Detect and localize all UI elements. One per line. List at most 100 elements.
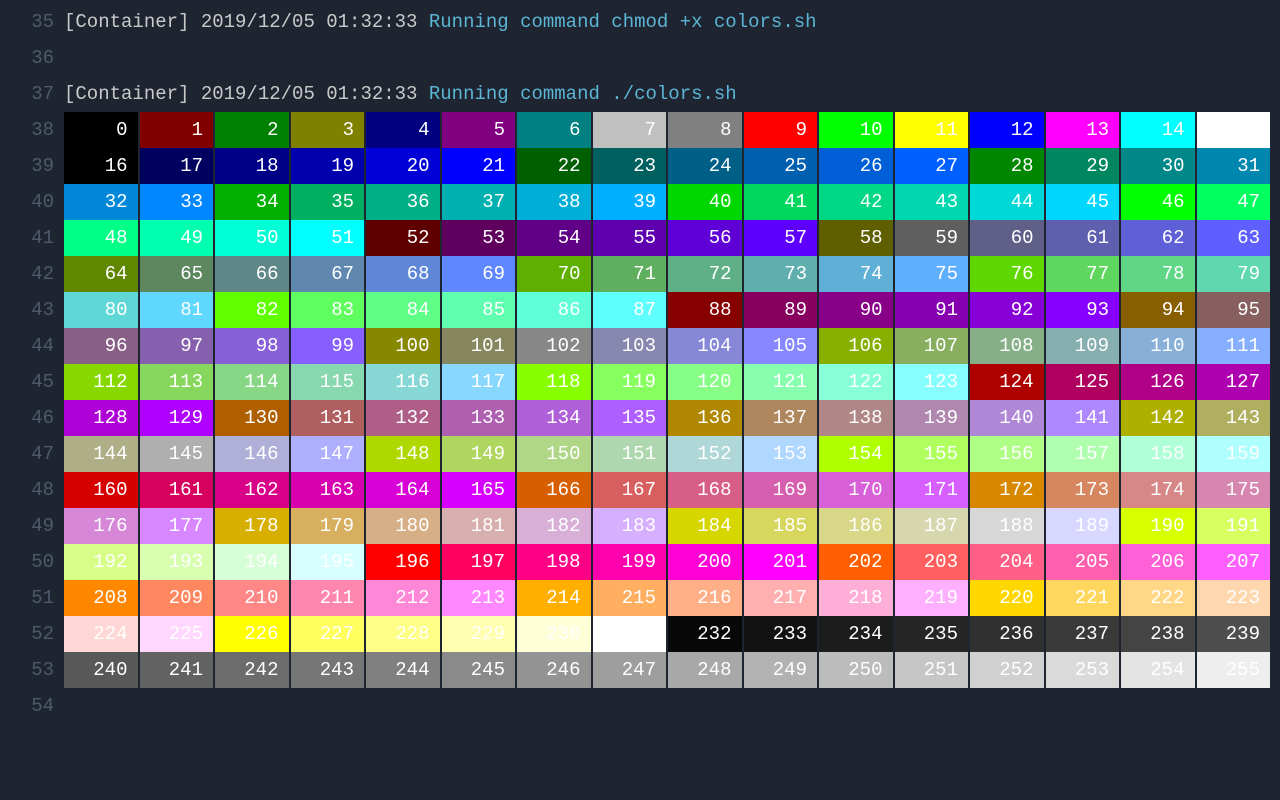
color-swatch: 228 bbox=[366, 616, 440, 652]
color-swatch: 151 bbox=[593, 436, 667, 472]
color-swatch: 117 bbox=[442, 364, 516, 400]
color-swatch: 43 bbox=[895, 184, 969, 220]
color-swatch: 197 bbox=[442, 544, 516, 580]
color-swatch: 120 bbox=[668, 364, 742, 400]
color-swatch: 135 bbox=[593, 400, 667, 436]
color-swatch: 142 bbox=[1121, 400, 1195, 436]
color-swatch: 105 bbox=[744, 328, 818, 364]
color-swatch: 25 bbox=[744, 148, 818, 184]
color-swatch: 181 bbox=[442, 508, 516, 544]
color-swatch: 50 bbox=[215, 220, 289, 256]
color-swatch: 133 bbox=[442, 400, 516, 436]
color-swatch: 83 bbox=[291, 292, 365, 328]
color-swatch: 27 bbox=[895, 148, 969, 184]
line-number: 47 bbox=[0, 436, 64, 472]
color-swatch: 12 bbox=[970, 112, 1044, 148]
color-swatch: 100 bbox=[366, 328, 440, 364]
color-swatch: 186 bbox=[819, 508, 893, 544]
color-swatch: 177 bbox=[140, 508, 214, 544]
color-swatch: 75 bbox=[895, 256, 969, 292]
color-swatch: 157 bbox=[1046, 436, 1120, 472]
color-swatch: 140 bbox=[970, 400, 1044, 436]
log-line: 4380818283848586878889909192939495 bbox=[0, 292, 1280, 328]
color-swatch: 245 bbox=[442, 652, 516, 688]
color-swatch: 123 bbox=[895, 364, 969, 400]
color-swatch: 118 bbox=[517, 364, 591, 400]
color-swatch: 1 bbox=[140, 112, 214, 148]
color-swatch: 198 bbox=[517, 544, 591, 580]
color-swatch: 19 bbox=[291, 148, 365, 184]
color-swatch: 172 bbox=[970, 472, 1044, 508]
color-swatch: 71 bbox=[593, 256, 667, 292]
log-line: 4032333435363738394041424344454647 bbox=[0, 184, 1280, 220]
color-swatch: 70 bbox=[517, 256, 591, 292]
color-swatch: 223 bbox=[1197, 580, 1271, 616]
color-swatch: 174 bbox=[1121, 472, 1195, 508]
color-swatch: 143 bbox=[1197, 400, 1271, 436]
color-swatch: 146 bbox=[215, 436, 289, 472]
color-swatch: 122 bbox=[819, 364, 893, 400]
color-swatch: 67 bbox=[291, 256, 365, 292]
color-swatch: 56 bbox=[668, 220, 742, 256]
color-swatch: 147 bbox=[291, 436, 365, 472]
color-swatch: 94 bbox=[1121, 292, 1195, 328]
color-swatch: 98 bbox=[215, 328, 289, 364]
log-line: 5019219319419519619719819920020120220320… bbox=[0, 544, 1280, 580]
color-row: 1761771781791801811821831841851861871881… bbox=[64, 508, 1270, 544]
color-swatch: 167 bbox=[593, 472, 667, 508]
color-row: 16171819202122232425262728293031 bbox=[64, 148, 1270, 184]
color-swatch: 205 bbox=[1046, 544, 1120, 580]
color-swatch: 161 bbox=[140, 472, 214, 508]
color-swatch: 204 bbox=[970, 544, 1044, 580]
color-swatch: 32 bbox=[64, 184, 138, 220]
color-swatch: 121 bbox=[744, 364, 818, 400]
log-line: 4714414514614714814915015115215315415515… bbox=[0, 436, 1280, 472]
color-row: 2402412422432442452462472482492502512522… bbox=[64, 652, 1270, 688]
color-swatch: 29 bbox=[1046, 148, 1120, 184]
color-swatch: 52 bbox=[366, 220, 440, 256]
color-row: 32333435363738394041424344454647 bbox=[64, 184, 1270, 220]
color-swatch: 58 bbox=[819, 220, 893, 256]
line-number: 42 bbox=[0, 256, 64, 292]
color-swatch: 110 bbox=[1121, 328, 1195, 364]
color-row: 2242252262272282292302312322332342352362… bbox=[64, 616, 1270, 652]
color-swatch: 87 bbox=[593, 292, 667, 328]
color-swatch: 97 bbox=[140, 328, 214, 364]
color-swatch: 229 bbox=[442, 616, 516, 652]
color-swatch: 139 bbox=[895, 400, 969, 436]
color-swatch: 134 bbox=[517, 400, 591, 436]
log-line: 36 bbox=[0, 40, 1280, 76]
color-swatch: 153 bbox=[744, 436, 818, 472]
color-swatch: 239 bbox=[1197, 616, 1271, 652]
color-swatch: 59 bbox=[895, 220, 969, 256]
color-swatch: 195 bbox=[291, 544, 365, 580]
color-swatch: 5 bbox=[442, 112, 516, 148]
color-row: 48495051525354555657585960616263 bbox=[64, 220, 1270, 256]
color-swatch: 221 bbox=[1046, 580, 1120, 616]
color-swatch: 237 bbox=[1046, 616, 1120, 652]
color-swatch: 95 bbox=[1197, 292, 1271, 328]
color-swatch: 90 bbox=[819, 292, 893, 328]
color-swatch: 33 bbox=[140, 184, 214, 220]
color-swatch: 60 bbox=[970, 220, 1044, 256]
color-swatch: 180 bbox=[366, 508, 440, 544]
color-swatch: 212 bbox=[366, 580, 440, 616]
color-swatch: 82 bbox=[215, 292, 289, 328]
color-swatch: 92 bbox=[970, 292, 1044, 328]
color-swatch: 196 bbox=[366, 544, 440, 580]
color-swatch: 113 bbox=[140, 364, 214, 400]
color-row: 1121131141151161171181191201211221231241… bbox=[64, 364, 1270, 400]
line-number: 46 bbox=[0, 400, 64, 436]
terminal-log: 35[Container] 2019/12/05 01:32:33 Runnin… bbox=[0, 0, 1280, 724]
line-number: 49 bbox=[0, 508, 64, 544]
color-swatch: 231 bbox=[593, 616, 667, 652]
color-swatch: 218 bbox=[819, 580, 893, 616]
color-swatch: 80 bbox=[64, 292, 138, 328]
color-swatch: 189 bbox=[1046, 508, 1120, 544]
log-line: 5120820921021121221321421521621721821922… bbox=[0, 580, 1280, 616]
color-swatch: 35 bbox=[291, 184, 365, 220]
color-swatch: 255 bbox=[1197, 652, 1271, 688]
log-line: 54 bbox=[0, 688, 1280, 724]
line-number: 45 bbox=[0, 364, 64, 400]
color-swatch: 193 bbox=[140, 544, 214, 580]
